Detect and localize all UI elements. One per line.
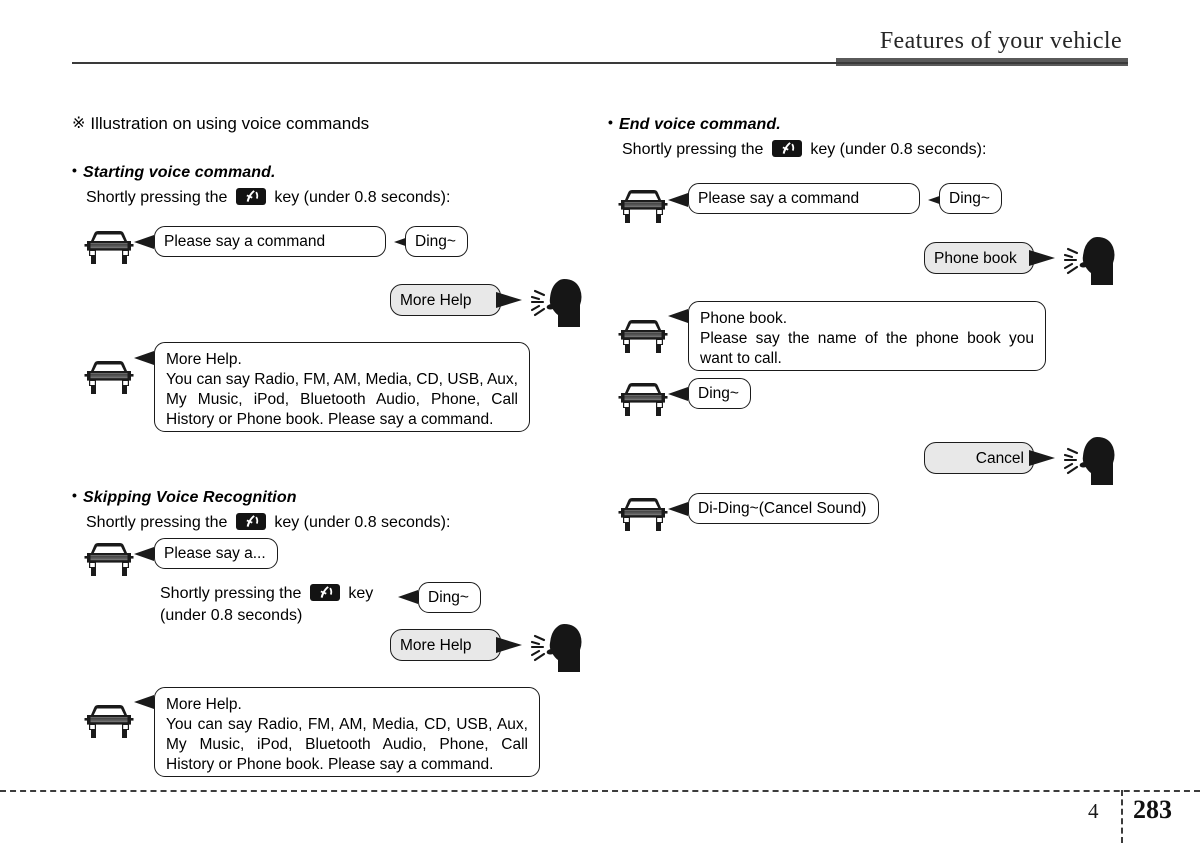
bubble-line: You can say Radio, FM, AM, Media, CD, US…: [166, 716, 528, 733]
instruction-starting: Shortly pressing the key (under 0.8 seco…: [86, 188, 450, 207]
instruction-starting-suffix: key (under 0.8 seconds):: [274, 189, 451, 206]
bubble-tail: [496, 637, 522, 653]
car-front-icon: [84, 539, 134, 579]
bullet-icon: •: [72, 487, 78, 503]
instruction-end: Shortly pressing the key (under 0.8 seco…: [622, 140, 986, 159]
car-front-icon: [618, 494, 668, 534]
voice-recognition-key-icon[interactable]: [309, 584, 340, 601]
car-front-icon: [84, 701, 134, 741]
reference-star-icon: ※: [72, 115, 86, 132]
bubble-user-cancel: Cancel: [924, 442, 1034, 474]
bubble-tail: [134, 351, 154, 365]
illustration-note-label: Illustration on using voice commands: [90, 114, 370, 133]
bubble-line: want to call.: [700, 350, 782, 367]
bubble-tail: [668, 193, 688, 207]
bullet-icon: •: [72, 162, 78, 178]
instruction-skipping-suffix: key (under 0.8 seconds):: [274, 514, 451, 531]
bubble-line: More Help.: [166, 696, 242, 713]
bubble-line: My Music, iPod, Bluetooth Audio, Phone, …: [166, 391, 518, 408]
manual-page: Features of your vehicle ※ Illustration o…: [0, 0, 1200, 843]
heading-skipping-voice-recognition-label: Skipping Voice Recognition: [83, 489, 297, 506]
header-rule-thin: [72, 62, 1128, 64]
instruction-skipping: Shortly pressing the key (under 0.8 seco…: [86, 513, 450, 532]
bullet-icon: •: [608, 114, 614, 130]
bubble-phone-book-detail: Phone book. Please say the name of the p…: [688, 301, 1046, 371]
instruction-skipping-inner-line2: (under 0.8 seconds): [160, 607, 303, 624]
speaking-head-icon: [530, 277, 587, 329]
voice-recognition-key-icon[interactable]: [235, 513, 266, 530]
speaking-head-icon: [530, 622, 587, 674]
car-front-icon: [618, 379, 668, 419]
instruction-end-prefix: Shortly pressing the: [622, 141, 764, 158]
heading-skipping-voice-recognition: • Skipping Voice Recognition: [72, 487, 297, 507]
bubble-user-more-help: More Help: [390, 629, 501, 661]
bubble-user-more-help: More Help: [390, 284, 501, 316]
instruction-skipping-prefix: Shortly pressing the: [86, 514, 228, 531]
bubble-tail: [668, 309, 688, 323]
voice-recognition-key-icon[interactable]: [771, 140, 802, 157]
bubble-line: Phone book.: [700, 310, 788, 327]
bubble-tail: [134, 235, 154, 249]
bubble-ding: Ding~: [418, 582, 481, 613]
bubble-cancel-sound: Di-Ding~(Cancel Sound): [688, 493, 879, 524]
speaking-head-icon: [1063, 235, 1120, 287]
instruction-skipping-inner-prefix: Shortly pressing the: [160, 585, 302, 602]
heading-starting-voice-command: • Starting voice command.: [72, 162, 276, 182]
footer-vertical-divider: [1121, 790, 1123, 843]
bubble-tail: [1029, 250, 1055, 266]
speaking-head-icon: [1063, 435, 1120, 487]
bubble-please-say-a-command: Please say a command: [154, 226, 386, 257]
bubble-line: History or Phone book. Please say a comm…: [166, 411, 494, 428]
bubble-line: More Help.: [166, 351, 242, 368]
bubble-tail: [134, 547, 154, 561]
bubble-please-say-a-command: Please say a command: [688, 183, 920, 214]
bubble-more-help-detail: More Help. You can say Radio, FM, AM, Me…: [154, 687, 540, 777]
bubble-tail: [496, 292, 522, 308]
car-front-icon: [618, 316, 668, 356]
voice-recognition-key-icon[interactable]: [235, 188, 266, 205]
bubble-ding: Ding~: [939, 183, 1002, 214]
bubble-ding: Ding~: [405, 226, 468, 257]
car-front-icon: [84, 227, 134, 267]
illustration-note: ※ Illustration on using voice commands: [72, 113, 369, 134]
page-number: 283: [1133, 795, 1172, 824]
bubble-more-help-detail: More Help. You can say Radio, FM, AM, Me…: [154, 342, 530, 432]
heading-end-voice-command: • End voice command.: [608, 114, 781, 134]
page-header: Features of your vehicle: [0, 0, 1200, 70]
car-front-icon: [84, 357, 134, 397]
chapter-number: 4: [1088, 799, 1099, 823]
bubble-line: You can say Radio, FM, AM, Media, CD, US…: [166, 371, 518, 388]
bubble-tail: [1029, 450, 1055, 466]
car-front-icon: [618, 186, 668, 226]
left-column: ※ Illustration on using voice commands • S…: [72, 104, 612, 794]
instruction-skipping-inner-suffix: key: [348, 585, 374, 602]
bubble-tail: [668, 387, 688, 401]
instruction-end-suffix: key (under 0.8 seconds):: [810, 141, 987, 158]
bubble-ding: Ding~: [688, 378, 751, 409]
instruction-starting-prefix: Shortly pressing the: [86, 189, 228, 206]
bubble-line: My Music, iPod, Bluetooth Audio, Phone, …: [166, 736, 528, 753]
heading-end-voice-command-label: End voice command.: [619, 116, 781, 133]
bubble-tail: [398, 590, 418, 604]
heading-starting-voice-command-label: Starting voice command.: [83, 164, 276, 181]
page-title: Features of your vehicle: [879, 28, 1122, 54]
bubble-user-phone-book: Phone book: [924, 242, 1034, 274]
footer-divider: [0, 790, 1200, 792]
bubble-tail: [668, 502, 688, 516]
right-column: • End voice command. Shortly pressing the…: [608, 104, 1148, 794]
bubble-tail: [134, 695, 154, 709]
bubble-please-say-a-partial: Please say a...: [154, 538, 278, 569]
bubble-line: Please say the name of the phone book yo…: [700, 330, 1034, 347]
bubble-line: History or Phone book. Please say a comm…: [166, 756, 494, 773]
